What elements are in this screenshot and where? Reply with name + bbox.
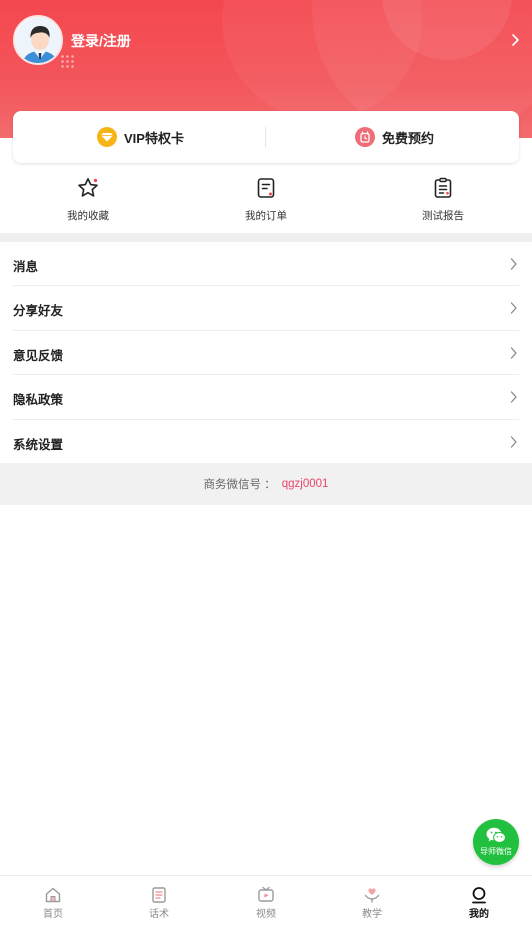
chevron-right-icon xyxy=(510,258,517,270)
diamond-icon xyxy=(97,127,117,147)
decor-dots xyxy=(60,54,76,68)
tab-scripts[interactable]: 话术 xyxy=(106,876,212,925)
report-clipboard-icon xyxy=(434,177,452,198)
my-orders-button[interactable]: 我的订单 xyxy=(216,172,316,223)
quick-actions: 我的收藏 我的订单 测试报告 xyxy=(0,172,532,230)
settings-menu: 消息 分享好友 意见反馈 隐私政策 系统设置 xyxy=(0,242,532,464)
wechat-icon xyxy=(486,827,506,843)
free-booking-label: 免费预约 xyxy=(382,130,435,146)
teaching-heart-icon xyxy=(364,888,380,903)
my-orders-label: 我的订单 xyxy=(245,210,287,222)
tab-label: 教学 xyxy=(362,909,382,920)
vip-card-button[interactable]: VIP特权卡 xyxy=(97,111,184,163)
menu-item-label: 系统设置 xyxy=(13,437,64,452)
business-wechat-id[interactable]: qgzj0001 xyxy=(282,478,329,490)
menu-item-label: 消息 xyxy=(13,260,39,274)
chevron-right-icon xyxy=(510,347,517,359)
script-doc-icon xyxy=(152,887,166,903)
chevron-right-icon xyxy=(510,302,517,315)
chevron-right-icon xyxy=(510,391,517,403)
chevron-right-icon xyxy=(510,435,517,448)
tab-mine[interactable]: 我的 xyxy=(426,876,532,925)
test-report-label: 测试报告 xyxy=(422,210,464,222)
my-favorites-label: 我的收藏 xyxy=(67,210,109,222)
menu-item-privacy-policy[interactable]: 隐私政策 xyxy=(13,375,519,420)
avatar[interactable] xyxy=(13,15,63,65)
business-wechat-band: 商务微信号 ： qgzj0001 xyxy=(0,463,532,505)
menu-item-messages[interactable]: 消息 xyxy=(13,242,519,287)
home-icon xyxy=(45,887,61,903)
profile-icon xyxy=(472,887,486,904)
test-report-button[interactable]: 测试报告 xyxy=(393,172,493,223)
bottom-tabbar: 首页 话术 视频 教学 我的 xyxy=(0,875,532,925)
order-icon xyxy=(257,178,275,198)
privilege-card: VIP特权卡 免费预约 xyxy=(13,111,519,163)
chevron-right-icon[interactable] xyxy=(510,33,520,47)
tab-label: 视频 xyxy=(256,909,276,920)
card-divider xyxy=(265,127,266,147)
section-divider xyxy=(0,233,532,242)
tab-label: 我的 xyxy=(469,909,489,920)
mentor-wechat-button[interactable]: 导师微信 xyxy=(473,819,519,865)
login-register-link[interactable]: 登录/注册 xyxy=(71,31,131,51)
menu-item-feedback[interactable]: 意见反馈 xyxy=(13,331,519,376)
business-wechat-label: 商务微信号 ： xyxy=(203,479,276,491)
mentor-wechat-label: 导师微信 xyxy=(480,847,512,856)
tab-label: 首页 xyxy=(43,909,63,920)
menu-item-label: 意见反馈 xyxy=(13,348,64,363)
tab-teaching[interactable]: 教学 xyxy=(319,876,425,925)
tab-label: 话术 xyxy=(149,909,169,920)
menu-item-system-settings[interactable]: 系统设置 xyxy=(13,420,519,464)
avatar-person-icon xyxy=(15,17,61,63)
video-icon xyxy=(258,886,274,902)
star-icon xyxy=(78,178,98,197)
tab-video[interactable]: 视频 xyxy=(213,876,319,925)
my-favorites-button[interactable]: 我的收藏 xyxy=(38,172,138,223)
menu-item-label: 隐私政策 xyxy=(13,393,64,408)
free-booking-button[interactable]: 免费预约 xyxy=(355,111,434,163)
tab-home[interactable]: 首页 xyxy=(0,876,106,925)
vip-card-label: VIP特权卡 xyxy=(124,130,184,146)
menu-item-label: 分享好友 xyxy=(13,304,64,319)
alarm-clock-icon xyxy=(355,127,375,147)
menu-item-share-friends[interactable]: 分享好友 xyxy=(13,286,519,331)
